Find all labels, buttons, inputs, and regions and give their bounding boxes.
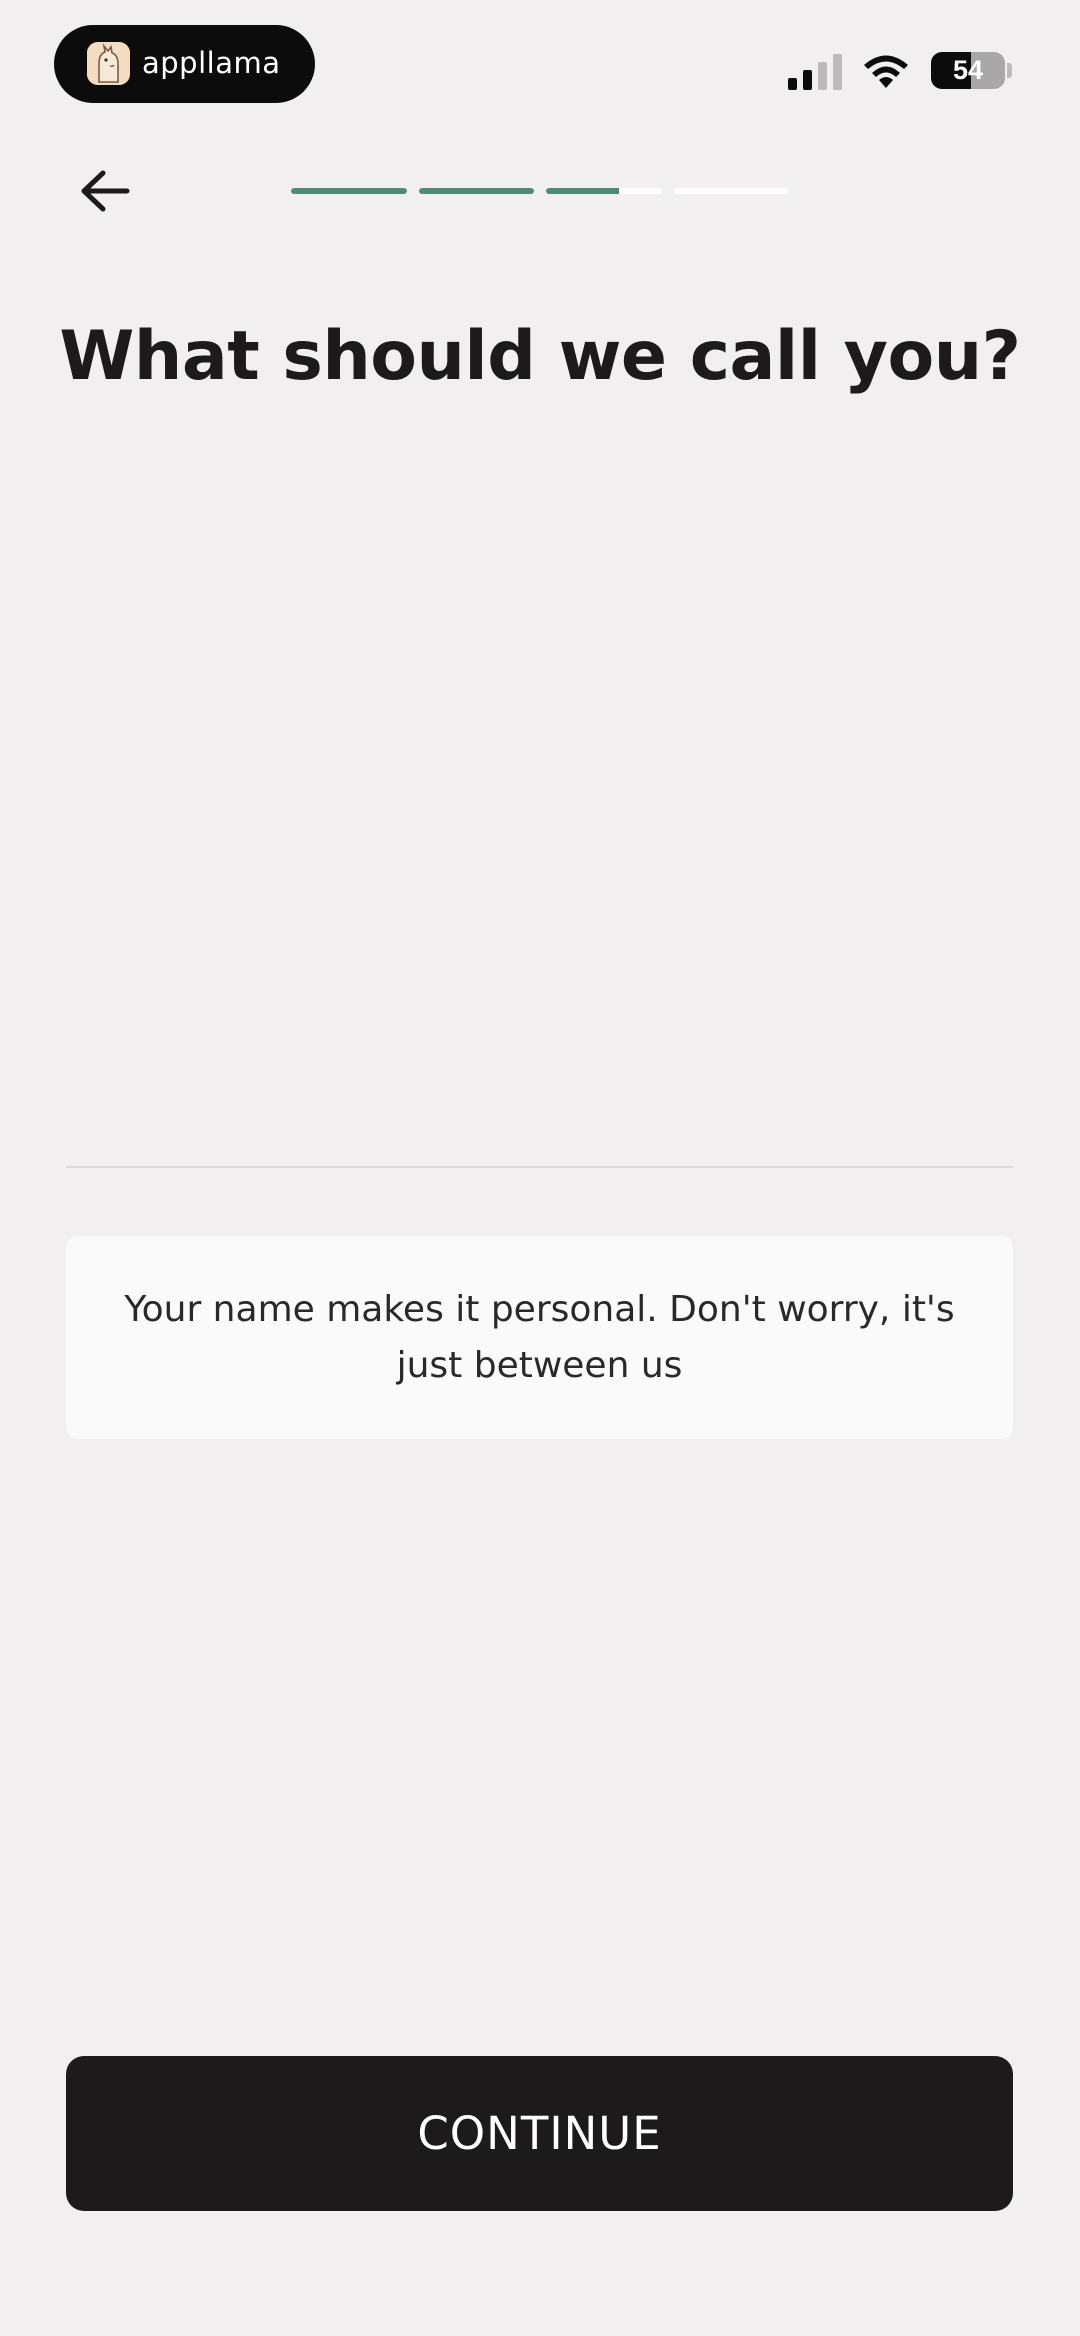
page-title: What should we call you? (59, 317, 1021, 396)
cellular-signal-icon (788, 54, 844, 90)
app-name-label: appllama (142, 46, 281, 80)
progress-segment-3 (546, 188, 662, 194)
onboarding-progress-bar (291, 188, 789, 194)
continue-button[interactable]: CONTINUE (66, 2056, 1013, 2211)
arrow-left-icon (81, 170, 130, 212)
privacy-info-text: Your name makes it personal. Don't worry… (124, 1288, 955, 1386)
battery-icon: 54 (931, 52, 1005, 89)
progress-segment-fill (546, 188, 619, 194)
battery-percentage: 54 (952, 55, 984, 85)
progress-segment-fill (418, 188, 534, 194)
wifi-icon (862, 52, 910, 90)
back-button[interactable] (64, 150, 146, 232)
battery-tip (1007, 63, 1012, 78)
progress-segment-1 (291, 188, 407, 194)
progress-segment-fill (291, 188, 407, 194)
app-indicator-pill[interactable]: appllama (54, 25, 315, 103)
name-input[interactable] (66, 1040, 1013, 1168)
privacy-info-card: Your name makes it personal. Don't worry… (66, 1236, 1013, 1439)
progress-segment-4 (673, 188, 789, 194)
llama-logo-icon (87, 42, 130, 85)
progress-segment-2 (418, 188, 534, 194)
